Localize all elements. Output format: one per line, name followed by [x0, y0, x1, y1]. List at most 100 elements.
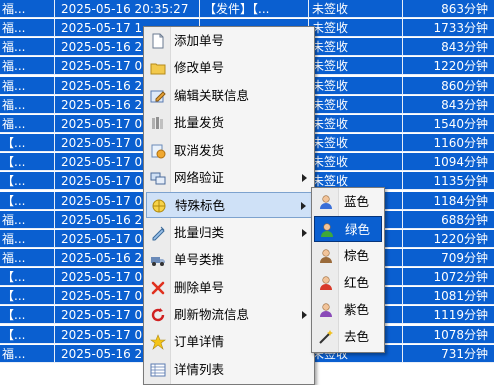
color-item-2[interactable]: 棕色	[314, 243, 382, 269]
table-cell-time: 2025-05-16 20:35:27	[55, 0, 200, 18]
table-row[interactable]: 福... 2025-05-16 20:35:27 【发件】【... 未签收 863分钟	[0, 0, 494, 18]
table-cell-name: 【...	[0, 325, 55, 344]
menu-item-6[interactable]: 特殊标色	[146, 192, 312, 219]
color-item-1[interactable]: 绿色	[314, 216, 382, 242]
category-icon	[150, 225, 166, 241]
delete-icon	[150, 280, 166, 296]
table-cell-status: 未签收	[308, 95, 403, 114]
color-item-0[interactable]: 蓝色	[314, 189, 382, 215]
table-cell-status: 未签收	[308, 0, 403, 18]
star-icon	[150, 334, 166, 351]
magic-wand-icon	[318, 329, 334, 345]
table-cell-status: 未签收	[308, 114, 403, 133]
menu-item-label: 取消发货	[174, 142, 225, 158]
table-cell-duration: 1733分钟	[433, 21, 488, 36]
table-cell-name: 福...	[0, 248, 55, 267]
context-menu: 添加单号修改单号编辑关联信息批量发货取消发货网络验证特殊标色批量归类单号类推删除…	[143, 26, 315, 385]
color-item-3[interactable]: 红色	[314, 270, 382, 296]
table-cell-name: 福...	[0, 114, 55, 133]
color-submenu: 蓝色绿色棕色红色紫色去色	[311, 187, 385, 353]
menu-item-3[interactable]: 批量发货	[146, 110, 312, 136]
table-cell-name: 【...	[0, 306, 55, 325]
table-cell-duration: 709分钟	[441, 250, 488, 265]
submenu-arrow-icon	[301, 202, 306, 211]
table-cell-name: 福...	[0, 210, 55, 229]
table-cell-name: 福...	[0, 0, 55, 18]
menu-item-label: 单号类推	[174, 252, 225, 268]
refresh-icon	[150, 307, 166, 323]
color-item-5[interactable]: 去色	[314, 324, 382, 350]
submenu-arrow-icon	[302, 228, 307, 237]
table-cell-name: 【...	[0, 172, 55, 191]
table-cell-duration: 860分钟	[441, 78, 488, 93]
menu-item-label: 修改单号	[174, 60, 225, 76]
submenu-arrow-icon	[302, 174, 307, 182]
table-cell-status: 未签收	[308, 57, 403, 76]
edit-icon	[150, 88, 166, 104]
table-cell-name: 福...	[0, 19, 55, 38]
menu-item-1[interactable]: 修改单号	[146, 55, 312, 81]
menu-item-4[interactable]: 取消发货	[146, 138, 312, 164]
table-cell-name: 福...	[0, 229, 55, 248]
document-icon	[150, 33, 166, 49]
user-brown-icon	[318, 248, 334, 264]
table-cell-status: 未签收	[308, 134, 403, 153]
color-item-4[interactable]: 紫色	[314, 297, 382, 323]
table-cell-duration: 688分钟	[441, 212, 488, 227]
user-red-icon	[318, 275, 334, 291]
table-cell-duration: 1220分钟	[433, 59, 488, 74]
table-cell-status: 未签收	[308, 38, 403, 57]
menu-item-11[interactable]: 订单详情	[146, 329, 312, 355]
table-cell-name: 【...	[0, 268, 55, 287]
table-cell-name: 福...	[0, 76, 55, 95]
menu-item-9[interactable]: 删除单号	[146, 275, 312, 301]
truck-icon	[150, 252, 166, 268]
table-cell-name: 福...	[0, 344, 55, 363]
table-cell-name: 【...	[0, 287, 55, 306]
menu-item-2[interactable]: 编辑关联信息	[146, 83, 312, 109]
table-cell-duration: 863分钟	[441, 2, 488, 16]
network-icon	[150, 170, 166, 186]
menu-item-label: 网络验证	[174, 170, 225, 185]
menu-item-label: 订单详情	[174, 334, 225, 350]
color-item-label: 蓝色	[344, 194, 370, 209]
color-item-label: 去色	[344, 329, 370, 344]
table-cell-duration: 1078分钟	[433, 327, 488, 342]
table-cell-name: 【...	[0, 191, 55, 210]
menu-item-0[interactable]: 添加单号	[146, 28, 312, 54]
table-cell-duration: 731分钟	[441, 346, 488, 361]
table-cell-name: 福...	[0, 38, 55, 57]
table-cell-duration: 1540分钟	[433, 116, 488, 131]
table-cell-status: 未签收	[308, 19, 403, 38]
submenu-arrow-icon	[302, 311, 307, 319]
table-cell-status: 未签收	[308, 76, 403, 95]
color-item-label: 红色	[344, 275, 370, 290]
table-cell-name: 福...	[0, 95, 55, 114]
table-cell-duration: 1220分钟	[433, 231, 488, 246]
menu-item-7[interactable]: 批量归类	[146, 220, 312, 246]
menu-item-label: 特殊标色	[175, 198, 226, 214]
table-cell-duration: 1081分钟	[433, 289, 488, 304]
color-item-label: 棕色	[344, 248, 370, 263]
color-mark-icon	[151, 198, 167, 214]
color-item-label: 紫色	[344, 302, 370, 317]
table-cell-duration: 1119分钟	[433, 308, 488, 323]
menu-item-8[interactable]: 单号类推	[146, 247, 312, 273]
table-cell-duration: 1160分钟	[433, 136, 488, 151]
menu-item-12[interactable]: 详情列表	[146, 357, 312, 383]
user-blue-icon	[318, 194, 334, 210]
menu-item-10[interactable]: 刷新物流信息	[146, 302, 312, 328]
menu-item-label: 添加单号	[174, 33, 225, 48]
cancel-ship-icon	[150, 143, 166, 159]
menu-item-5[interactable]: 网络验证	[146, 165, 312, 191]
table-cell-duration: 843分钟	[441, 97, 488, 112]
menu-item-label: 详情列表	[174, 361, 225, 377]
table-cell-duration: 843分钟	[441, 40, 488, 55]
table-cell-duration: 1184分钟	[433, 193, 488, 208]
user-purple-icon	[318, 302, 334, 318]
list-icon	[150, 362, 166, 378]
table-cell-info: 【发件】【...	[200, 0, 309, 18]
menu-item-label: 编辑关联信息	[174, 87, 250, 103]
table-cell-name: 【...	[0, 134, 55, 153]
menu-item-label: 删除单号	[174, 279, 225, 295]
